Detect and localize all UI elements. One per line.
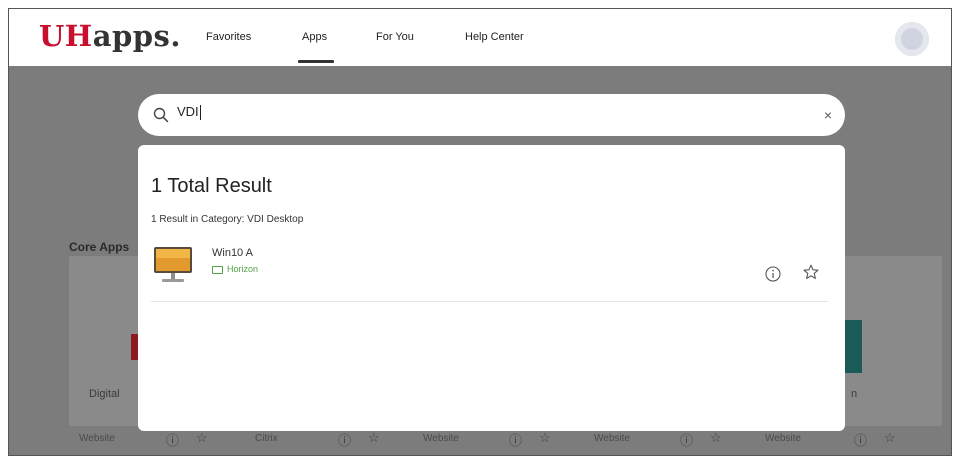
logo-suffix: apps. xyxy=(92,19,181,53)
desktop-monitor-icon xyxy=(154,247,192,282)
result-item-tag-label: Horizon xyxy=(227,264,259,274)
text-caret xyxy=(199,105,201,121)
bg-type-label: Website xyxy=(594,433,630,444)
user-avatar[interactable] xyxy=(895,22,929,56)
results-count-title: 1 Total Result xyxy=(151,175,272,197)
bg-app-logo-tile xyxy=(845,320,862,373)
search-input[interactable]: VDI xyxy=(177,104,777,126)
bg-info-icon: ⓘ xyxy=(854,433,868,448)
bg-info-icon: ⓘ xyxy=(166,433,180,448)
bg-type-label: Website xyxy=(79,433,115,444)
bg-star-icon: ☆ xyxy=(539,430,551,445)
search-results-panel: 1 Total Result 1 Result in Category: VDI… xyxy=(138,145,845,431)
top-nav: UHapps. Favorites Apps For You Help Cent… xyxy=(9,9,951,66)
bg-star-icon: ☆ xyxy=(196,430,208,445)
search-bar: VDI × xyxy=(138,94,845,136)
bg-star-icon: ☆ xyxy=(710,430,722,445)
logo-prefix: UH xyxy=(39,19,93,53)
info-icon[interactable] xyxy=(765,266,781,282)
search-value: VDI xyxy=(177,104,199,119)
core-apps-heading: Core Apps xyxy=(69,240,130,254)
nav-apps[interactable]: Apps xyxy=(302,31,327,43)
app-window: UHapps. Favorites Apps For You Help Cent… xyxy=(8,8,952,456)
bg-info-icon: ⓘ xyxy=(509,433,523,448)
nav-favorites[interactable]: Favorites xyxy=(206,31,251,43)
bg-info-icon: ⓘ xyxy=(680,433,694,448)
bg-type-label: Website xyxy=(765,433,801,444)
clear-search-icon[interactable]: × xyxy=(819,106,837,124)
results-category-line: 1 Result in Category: VDI Desktop xyxy=(151,214,304,225)
result-item-tag: Horizon xyxy=(212,264,258,274)
bg-star-icon: ☆ xyxy=(884,430,896,445)
nav-help-center[interactable]: Help Center xyxy=(465,31,524,43)
result-divider xyxy=(151,301,828,302)
bg-info-icon: ⓘ xyxy=(338,433,352,448)
bg-type-label: Citrix xyxy=(255,433,278,444)
bg-app-title: Digital xyxy=(89,388,120,400)
uhapps-logo[interactable]: UHapps. xyxy=(39,19,181,53)
nav-for-you[interactable]: For You xyxy=(376,31,414,43)
result-item-name[interactable]: Win10 A xyxy=(212,247,253,259)
active-nav-indicator xyxy=(298,60,334,63)
bg-type-label: Website xyxy=(423,433,459,444)
search-icon xyxy=(153,107,169,123)
favorite-star-icon[interactable] xyxy=(803,264,819,280)
bg-app-title: n xyxy=(851,388,858,400)
horizon-monitor-icon xyxy=(212,265,223,274)
bg-star-icon: ☆ xyxy=(368,430,380,445)
